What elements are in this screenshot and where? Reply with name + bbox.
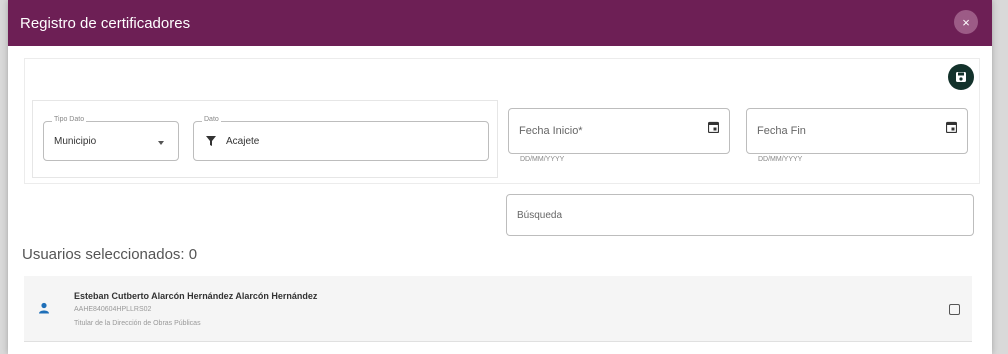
- filter-icon: [206, 136, 216, 146]
- save-icon: [956, 72, 966, 82]
- dialog-header: Registro de certificadores ×: [8, 0, 992, 46]
- fecha-fin-field[interactable]: Fecha Fin: [746, 108, 968, 154]
- chevron-down-icon: [158, 141, 164, 145]
- calendar-icon[interactable]: [946, 121, 957, 133]
- tipo-dato-value: Municipio: [54, 136, 97, 147]
- dato-value: Acajete: [226, 136, 260, 147]
- fecha-inicio-label: Fecha Inicio*: [519, 125, 583, 137]
- close-icon: ×: [962, 14, 970, 30]
- search-input[interactable]: Búsqueda: [506, 194, 974, 236]
- user-select-checkbox[interactable]: [949, 304, 960, 315]
- user-name: Esteban Cutberto Alarcón Hernández Alarc…: [74, 291, 318, 301]
- fecha-inicio-helper: DD/MM/YYYY: [520, 156, 565, 163]
- fecha-inicio-field[interactable]: Fecha Inicio*: [508, 108, 730, 154]
- user-list-item[interactable]: Esteban Cutberto Alarcón Hernández Alarc…: [24, 276, 972, 342]
- user-id: AAHE840604HPLLRS02: [74, 306, 152, 313]
- selected-users-count: Usuarios seleccionados: 0: [22, 246, 198, 263]
- data-filter-group: Tipo Dato Municipio Dato Acajete: [32, 100, 498, 178]
- save-button[interactable]: [948, 64, 974, 90]
- fecha-fin-label: Fecha Fin: [757, 125, 806, 137]
- calendar-icon[interactable]: [708, 121, 719, 133]
- tipo-dato-select[interactable]: Tipo Dato Municipio: [43, 116, 179, 161]
- person-icon: [39, 302, 49, 314]
- dato-legend: Dato: [202, 116, 221, 123]
- dialog-title: Registro de certificadores: [20, 14, 191, 32]
- fecha-fin-helper: DD/MM/YYYY: [758, 156, 803, 163]
- certifier-dialog: Registro de certificadores × Tipo Dato M…: [8, 0, 992, 354]
- close-button[interactable]: ×: [954, 10, 978, 34]
- dato-field[interactable]: Dato Acajete: [193, 116, 489, 161]
- search-placeholder: Búsqueda: [517, 210, 563, 221]
- user-role: Titular de la Dirección de Obras Pública…: [74, 320, 201, 327]
- tipo-dato-legend: Tipo Dato: [52, 116, 87, 123]
